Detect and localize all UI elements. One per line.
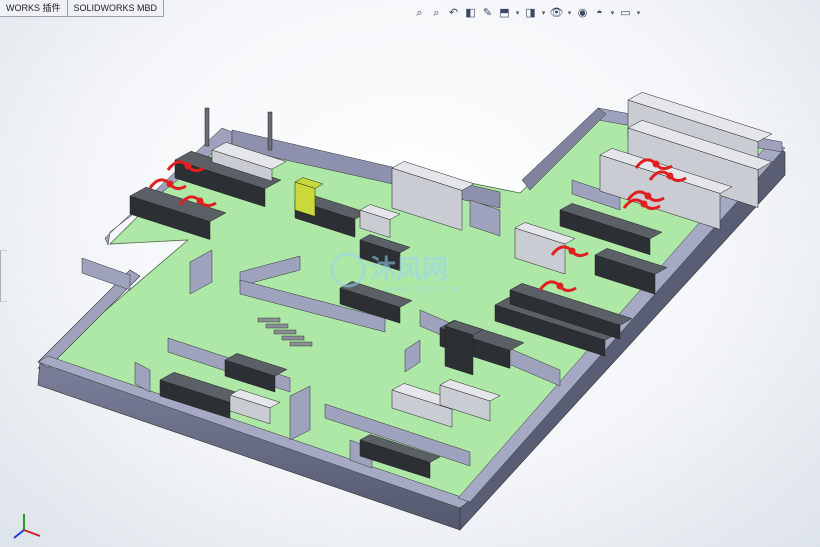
chevron-down-icon[interactable]: ▾ [566,6,573,21]
chevron-down-icon[interactable]: ▾ [609,6,616,21]
partition-wall-1 [81,257,131,291]
chevron-down-icon[interactable]: ▾ [635,6,642,21]
view-settings-icon[interactable]: ▭ [618,6,633,21]
hide-show-items-icon[interactable]: 👁 [549,6,564,21]
zoom-to-fit-icon[interactable]: ⌕ [412,6,427,21]
tab-plugins[interactable]: WORKS 插件 [0,0,68,17]
zoom-to-area-icon[interactable]: ⌕ [429,6,444,21]
edit-appearance-icon[interactable]: ◉ [575,6,590,21]
vent-duct[interactable] [204,107,210,147]
graphics-area[interactable]: 沐风网 www.mfcad.com [0,0,820,547]
heads-up-view-toolbar: ⌕ ⌕ ↶ ◧ ✎ ⬒ ▾ ◨ ▾ 👁 ▾ ◉ ◓ ▾ ▭ ▾ [412,4,642,22]
chevron-down-icon[interactable]: ▾ [514,6,521,21]
watermark-url: www.mfcad.com [385,285,459,295]
display-style-icon[interactable]: ◨ [523,6,538,21]
previous-view-icon[interactable]: ↶ [446,6,461,21]
triad-axes-icon [13,514,41,539]
command-manager-tabs: WORKS 插件 SOLIDWORKS MBD [0,0,165,18]
dynamic-annotation-icon[interactable]: ✎ [480,6,495,21]
chevron-down-icon[interactable]: ▾ [540,6,547,21]
view-orientation-icon[interactable]: ⬒ [497,6,512,21]
tab-solidworks-mbd[interactable]: SOLIDWORKS MBD [66,0,165,17]
apply-scene-icon[interactable]: ◓ [592,6,607,21]
watermark-text: 沐风网 [370,255,448,285]
section-view-icon[interactable]: ◧ [463,6,478,21]
vent-duct[interactable] [267,111,273,151]
